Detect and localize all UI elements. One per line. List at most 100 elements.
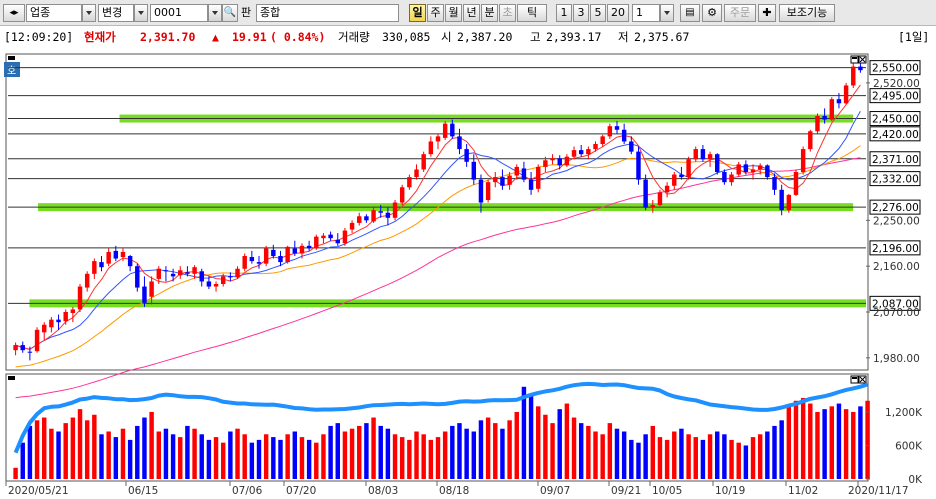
volume-bar [772, 425, 777, 479]
candle-body [92, 261, 97, 274]
candle [242, 253, 247, 272]
candle [34, 327, 40, 353]
period-second-button[interactable]: 초 [499, 4, 516, 22]
volume-bar [507, 420, 512, 479]
change-button[interactable]: 변경 [98, 4, 134, 22]
candle [342, 228, 348, 246]
candle-body [485, 182, 491, 200]
stock-chart[interactable]: 호 2,550.00 2,520.002,495.00 2,450.00 2,420.… [0, 48, 936, 499]
candle-body [357, 216, 362, 223]
volume-bar [786, 406, 792, 479]
nav-arrows-icon[interactable]: ◂▸ [3, 4, 25, 22]
code-input[interactable]: 0001 [150, 4, 208, 22]
volume-bar [306, 439, 312, 479]
aux-function-button[interactable]: 보조기능 [779, 4, 835, 22]
interval-3-button[interactable]: 3 [573, 4, 589, 22]
period-week-button[interactable]: 주 [427, 4, 444, 22]
high-label: 고 [530, 30, 541, 44]
price-axis: 2,550.00 2,520.002,495.00 2,450.00 2,420.00… [866, 60, 921, 365]
volume-bar [664, 439, 670, 479]
market-select[interactable]: 업종 [26, 4, 82, 22]
volume-bar [285, 434, 290, 479]
candle-body [636, 151, 641, 180]
plus-icon[interactable]: ✚ [758, 4, 776, 22]
candle-body [306, 245, 312, 249]
candle-body [629, 141, 634, 152]
volume-panel-handle-icon[interactable] [8, 376, 15, 380]
candle-body [729, 174, 734, 183]
volume-bar [142, 417, 147, 479]
candle-body [49, 319, 54, 328]
candle-body [335, 239, 340, 244]
volume-label: 거래량 [338, 30, 370, 44]
volume-bar [643, 434, 648, 479]
order-button[interactable]: 주문 [724, 4, 756, 22]
candle-body [435, 136, 441, 142]
open-value: 2,387.20 [457, 30, 513, 44]
volume-panel-max-icon[interactable] [850, 375, 859, 384]
volume-bar [493, 423, 498, 479]
volume-axis: 1,200K 600K 0K [866, 407, 923, 486]
price-panel-max-icon[interactable] [850, 55, 859, 64]
period-year-button[interactable]: 년 [463, 4, 480, 22]
price-panel[interactable] [5, 53, 869, 371]
candle-body [113, 250, 119, 259]
interval-20-button[interactable]: 20 [607, 4, 629, 22]
volume-bar [736, 442, 741, 479]
code-dropdown-icon[interactable] [208, 4, 222, 22]
period-month-button[interactable]: 월 [445, 4, 462, 22]
interval-5-button[interactable]: 5 [590, 4, 606, 22]
candle [829, 97, 835, 122]
volume-bar [693, 437, 698, 479]
candle [800, 146, 806, 175]
volume-bar [178, 437, 183, 479]
candle-body [757, 165, 763, 170]
search-icon[interactable]: 🔍 [222, 4, 238, 22]
period-tick-button[interactable]: 틱 [517, 4, 547, 22]
candle-body [185, 272, 190, 274]
index-name-field[interactable]: 종합 [256, 4, 399, 22]
candle-body [192, 267, 197, 274]
candle-body [399, 187, 405, 203]
date-tick-label: 09/07 [540, 485, 570, 497]
price-panel-close-icon[interactable] [858, 55, 867, 64]
candle-body [278, 256, 283, 263]
volume-bar [242, 434, 247, 479]
candle-body [199, 271, 204, 282]
volume-bar [715, 431, 720, 479]
volume-bar [593, 431, 598, 479]
change-dropdown-icon[interactable] [134, 4, 148, 22]
candle-body [271, 249, 276, 256]
period-day-button[interactable]: 일 [409, 4, 426, 22]
candle-body [127, 256, 133, 267]
volume-bar [636, 442, 641, 479]
low-label: 저 [618, 30, 629, 44]
volume-bar [99, 434, 104, 479]
volume-bar [435, 437, 441, 479]
candle-body [378, 211, 383, 213]
price-tick-label: 1,980.00 [873, 353, 920, 365]
count-dropdown-icon[interactable] [660, 4, 674, 22]
market-dropdown-icon[interactable] [82, 4, 96, 22]
volume-bar [521, 386, 527, 479]
period-minute-button[interactable]: 분 [481, 4, 498, 22]
gear-icon[interactable]: ⚙ [702, 4, 722, 22]
candle [793, 169, 799, 196]
volume-bar [407, 439, 412, 479]
candle [643, 174, 648, 211]
price-panel-handle-icon[interactable] [8, 56, 15, 60]
volume-bar [800, 397, 806, 479]
volume-bar [392, 434, 398, 479]
candle [314, 234, 319, 250]
volume-panel-close-icon[interactable] [858, 375, 867, 384]
candle [421, 151, 426, 172]
price-tick-label: 2,250.00 [873, 215, 920, 227]
candle-body [715, 154, 720, 172]
interval-1-button[interactable]: 1 [556, 4, 572, 22]
volume-bar [822, 409, 827, 479]
candle-body [650, 205, 656, 208]
count-input[interactable]: 1 [632, 4, 660, 22]
volume-bar [228, 431, 233, 479]
date-tick-label: 09/21 [611, 485, 641, 497]
screen-icon[interactable]: ▤ [680, 4, 700, 22]
